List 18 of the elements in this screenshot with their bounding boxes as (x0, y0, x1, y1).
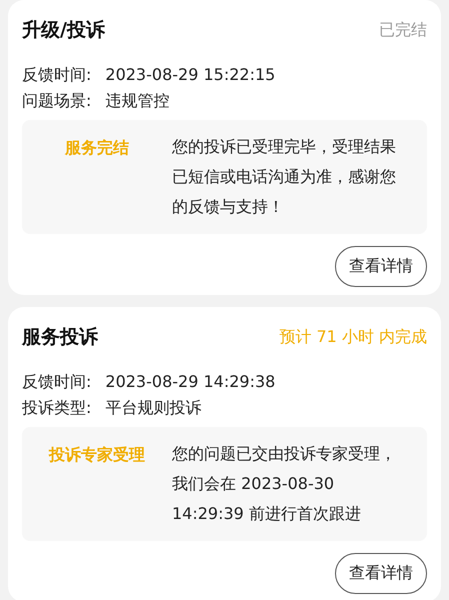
notice-text: 您的问题已交由投诉专家受理，我们会在 2023-08-30 14:29:39 前进行首次跟进 (172, 443, 397, 525)
status-label: 已完结 (379, 20, 427, 40)
card-title: 升级/投诉 (22, 18, 105, 43)
notice-text: 您的投诉已受理完毕，受理结果已短信或电话沟通为准，感谢您的反馈与支持！ (172, 136, 397, 218)
status-label: 预计 71 小时 内完成 (279, 326, 427, 348)
card-title: 服务投诉 (22, 325, 98, 350)
field-label: 反馈时间: (22, 64, 92, 86)
field-label: 投诉类型: (22, 397, 92, 419)
details-button[interactable]: 查看详情 (335, 553, 427, 594)
notice-label: 投诉专家受理 (48, 444, 146, 466)
field-value: 2023-08-29 14:29:38 (105, 371, 276, 393)
notice-label: 服务完结 (64, 137, 130, 159)
field-label: 问题场景: (22, 90, 92, 112)
field-value: 平台规则投诉 (105, 397, 202, 419)
field-value: 2023-08-29 15:22:15 (105, 64, 276, 86)
field-value: 违规管控 (105, 90, 170, 112)
details-button[interactable]: 查看详情 (335, 246, 427, 287)
field-label: 反馈时间: (22, 371, 92, 393)
